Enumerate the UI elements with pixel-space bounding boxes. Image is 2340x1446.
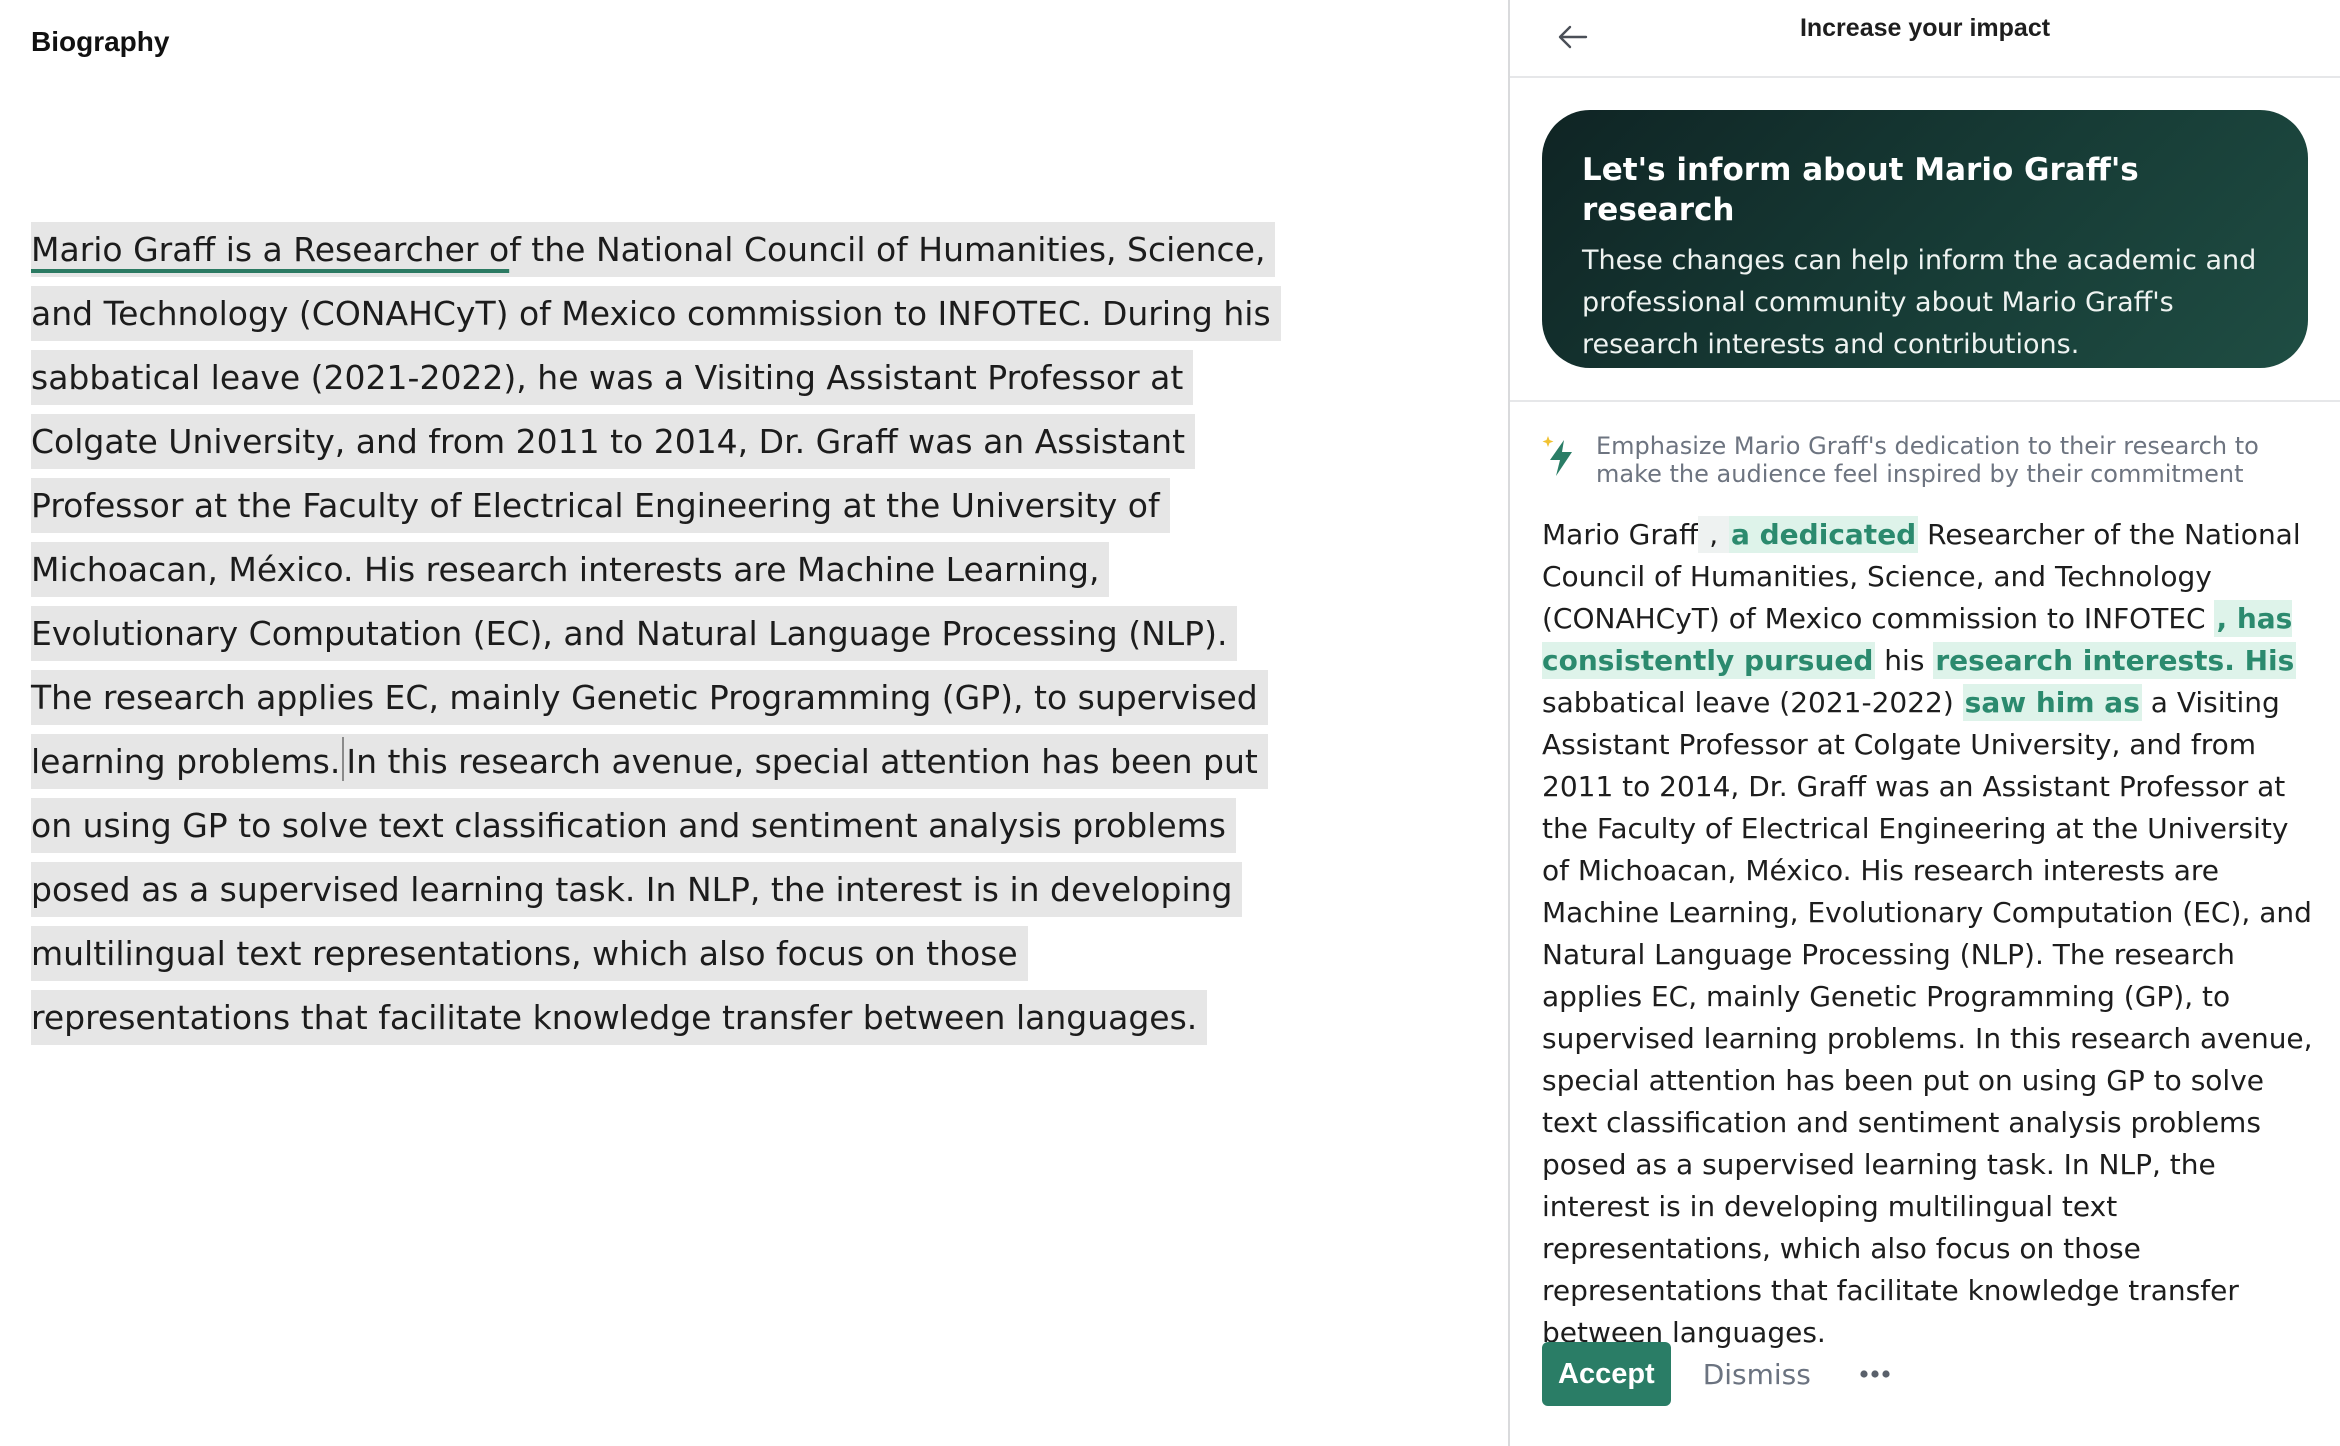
- suggestion-hint: Emphasize Mario Graff's dedication to th…: [1596, 432, 2259, 488]
- document-editor[interactable]: Biography Mario Graff is a Researcher of…: [0, 0, 1508, 1446]
- lightning-bolt-icon: [1542, 436, 1572, 476]
- document-body[interactable]: Mario Graff is a Researcher of the Natio…: [31, 218, 1281, 1050]
- assistant-panel: Increase your impact Let's inform about …: [1508, 0, 2340, 1446]
- suggestion-text: Mario Graff , a dedicated Researcher of …: [1542, 514, 2322, 1354]
- panel-title: Increase your impact: [1799, 14, 2051, 42]
- body-text-segment: In this research avenue, special attenti…: [31, 742, 1258, 1037]
- panel-header: Increase your impact: [1510, 0, 2340, 78]
- info-card: Let's inform about Mario Graff's researc…: [1542, 110, 2308, 368]
- suggestion-segment: Mario Graff: [1542, 518, 1699, 551]
- accept-button[interactable]: Accept: [1542, 1342, 1671, 1406]
- suggestion-insertion: saw him as: [1962, 684, 2142, 721]
- more-options-button[interactable]: [1855, 1354, 1895, 1394]
- suggestion-insertion: a dedicated: [1729, 516, 1919, 553]
- highlighted-text: Mario Graff is a Researcher of the Natio…: [31, 222, 1281, 1045]
- body-text-segment: f the National Council of Humanities, Sc…: [31, 230, 1271, 781]
- underlined-text[interactable]: Mario Graff is a Researcher o: [31, 230, 509, 269]
- suggestion-header: Emphasize Mario Graff's dedication to th…: [1542, 432, 2312, 488]
- document-title: Biography: [31, 26, 170, 57]
- suggestion-segment: sabbatical leave (2021-2022): [1542, 686, 1963, 719]
- suggestion-insertion: ,: [1698, 516, 1729, 553]
- divider: [1510, 400, 2340, 402]
- text-cursor: [342, 737, 345, 781]
- suggestion-actions: Accept Dismiss: [1542, 1342, 1895, 1406]
- suggestion-segment: a Visiting Assistant Professor at Colgat…: [1542, 686, 2313, 1349]
- suggestion-insertion: research interests. His: [1933, 642, 2297, 679]
- suggestion-segment: his: [1875, 644, 1934, 677]
- more-horizontal-icon: [1860, 1370, 1890, 1378]
- info-card-heading: Let's inform about Mario Graff's researc…: [1582, 152, 2139, 228]
- app-window: Biography Mario Graff is a Researcher of…: [0, 0, 2340, 1446]
- info-card-description: These changes can help inform the academ…: [1582, 245, 2257, 360]
- dismiss-button[interactable]: Dismiss: [1703, 1358, 1811, 1391]
